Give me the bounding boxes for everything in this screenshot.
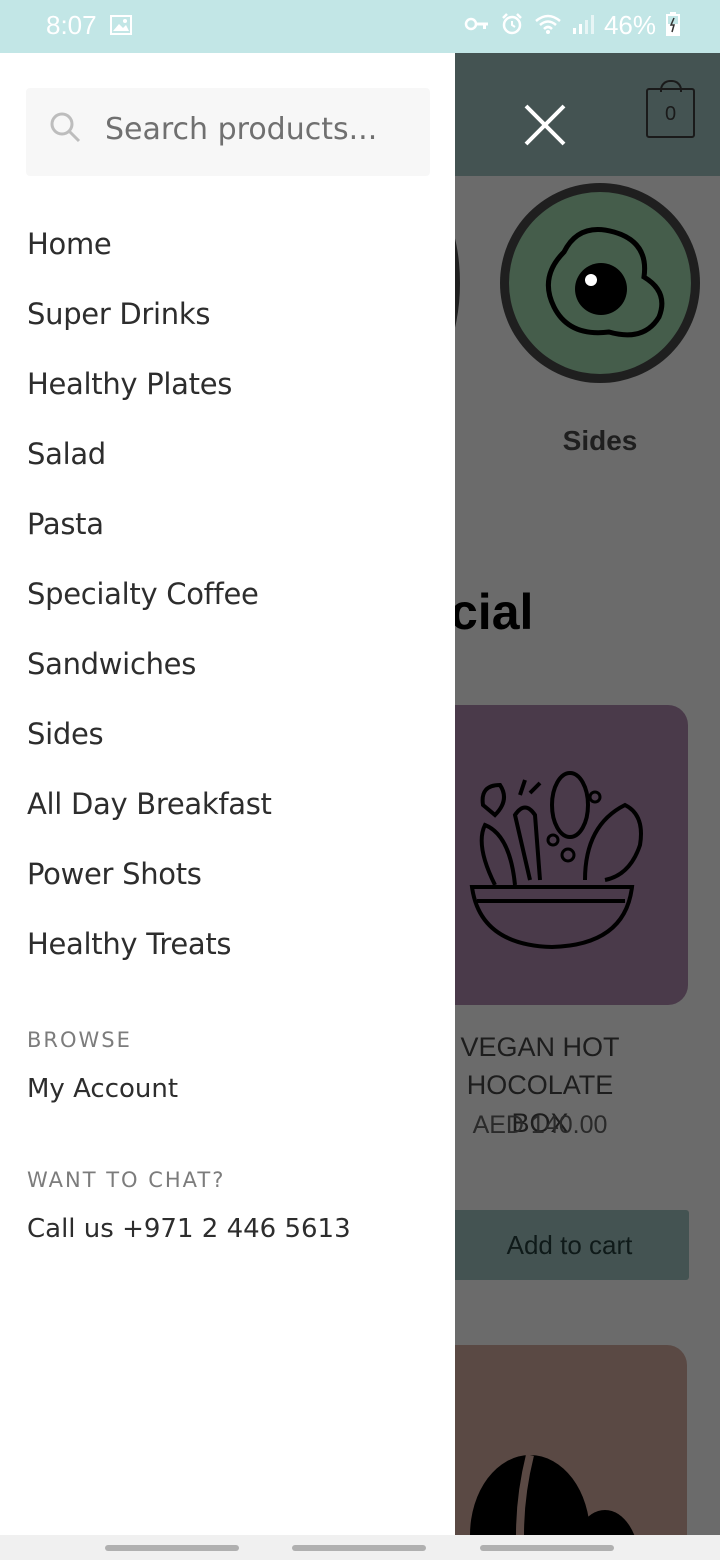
cart-button[interactable]: 0 [646, 80, 695, 138]
product-card-image[interactable] [455, 705, 688, 1005]
search-field[interactable]: Search products... [26, 88, 430, 176]
key-icon [464, 16, 490, 36]
section-heading: cial [455, 584, 534, 640]
menu-item-pasta[interactable]: Pasta [27, 489, 272, 559]
close-icon[interactable] [523, 103, 567, 147]
menu-item-sandwiches[interactable]: Sandwiches [27, 629, 272, 699]
salad-bowl-icon [469, 771, 643, 950]
site-header: 0 [455, 53, 720, 176]
alarm-icon [500, 12, 524, 40]
my-account-link[interactable]: My Account [27, 1074, 178, 1104]
battery-icon [666, 11, 680, 40]
menu-item-power-shots[interactable]: Power Shots [27, 839, 272, 909]
product-title-line1: VEGAN HOT [460, 1032, 620, 1062]
browse-heading: BROWSE [27, 1028, 132, 1052]
cart-count: 0 [664, 103, 677, 125]
menu-item-super-drinks[interactable]: Super Drinks [27, 279, 272, 349]
product-price: AED 140.00 [472, 1111, 608, 1139]
menu-item-specialty-coffee[interactable]: Specialty Coffee [27, 559, 272, 629]
status-time: 8:07 [46, 10, 97, 40]
category-label: Sides [562, 425, 638, 456]
nav-recent-button[interactable] [105, 1545, 239, 1551]
product-card-image-2[interactable] [455, 1345, 687, 1535]
search-icon [48, 110, 82, 148]
chat-heading: WANT TO CHAT? [27, 1168, 226, 1192]
coffee-bean-icon [470, 1454, 635, 1535]
category-menu: Home Super Drinks Healthy Plates Salad P… [27, 209, 272, 979]
fried-egg-icon [545, 227, 665, 338]
cart-handle [660, 80, 682, 92]
background-page: 0 Sides cial VEGAN HOT HOCOLATE BOX AED … [455, 53, 720, 1535]
menu-item-all-day-breakfast[interactable]: All Day Breakfast [27, 769, 272, 839]
call-us-link[interactable]: Call us +971 2 446 5613 [27, 1214, 351, 1244]
navigation-drawer: Search products... Home Super Drinks Hea… [0, 53, 455, 1535]
signal-icon [572, 13, 594, 39]
menu-item-healthy-plates[interactable]: Healthy Plates [27, 349, 272, 419]
menu-item-sides[interactable]: Sides [27, 699, 272, 769]
menu-item-salad[interactable]: Salad [27, 419, 272, 489]
status-bar: 8:07 46% [0, 0, 720, 53]
nav-back-button[interactable] [480, 1545, 614, 1551]
image-icon [110, 15, 132, 39]
add-to-cart-button[interactable]: Add to cart [455, 1210, 689, 1280]
system-nav-bar [0, 1535, 720, 1560]
category-circle-sides[interactable] [500, 183, 700, 383]
menu-item-home[interactable]: Home [27, 209, 272, 279]
nav-home-button[interactable] [292, 1545, 426, 1551]
category-circle-partial[interactable] [455, 183, 460, 383]
wifi-icon [534, 13, 562, 39]
battery-percent: 46% [603, 10, 656, 40]
search-input[interactable]: Search products... [105, 112, 377, 147]
menu-item-healthy-treats[interactable]: Healthy Treats [27, 909, 272, 979]
category-circle-inner [509, 192, 691, 374]
